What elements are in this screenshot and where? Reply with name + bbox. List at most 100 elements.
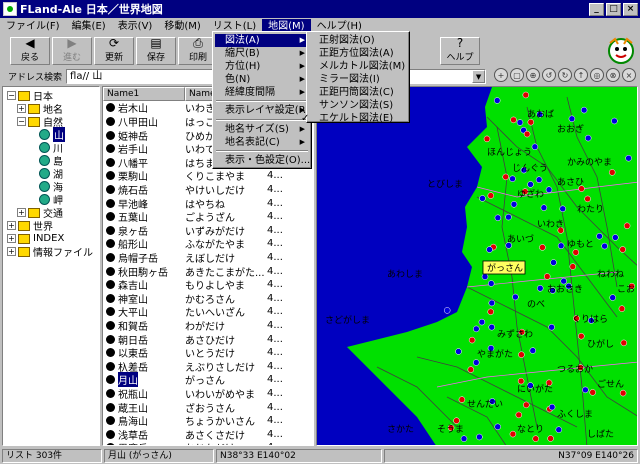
column-header-name1[interactable]: Name1 xyxy=(103,87,185,101)
menu-move[interactable]: 移動(M) xyxy=(158,19,206,34)
layers-icon[interactable]: ⊗ xyxy=(606,68,620,82)
map-view[interactable]: とびしま あわしま さどがしま あおば おおぎ ほんじょう かみのやま じんぐう あさひ ゆざわわ… xyxy=(316,86,638,446)
list-item[interactable]: 以東岳 いとうだけ 4... xyxy=(103,346,313,360)
map-place-label[interactable]: ほんじょう xyxy=(487,147,532,158)
map-marker[interactable] xyxy=(527,118,535,126)
maximize-button[interactable]: □ xyxy=(606,2,621,16)
list-item[interactable]: 浅草岳 あさくさだけ 4... xyxy=(103,427,313,442)
menu-item-layer-settings[interactable]: 表示レイヤ設定(R) ▶ xyxy=(215,104,309,117)
map-marker[interactable] xyxy=(545,186,553,193)
map-place-label[interactable]: そうま xyxy=(437,424,464,435)
close-button[interactable]: × xyxy=(623,2,638,16)
map-marker[interactable] xyxy=(589,389,596,396)
map-place-label[interactable]: ひがし xyxy=(587,338,614,350)
map-marker[interactable] xyxy=(467,366,475,373)
map-place-label[interactable]: しばた xyxy=(587,429,614,440)
menu-item-azimuthal-equidistant[interactable]: 正距方位図法(A) xyxy=(309,47,407,60)
menu-item-miller[interactable]: ミラー図法(I) xyxy=(309,73,407,86)
map-place-label[interactable]: つるおか xyxy=(557,364,593,375)
forward-button[interactable]: ▶ 進む xyxy=(52,37,92,65)
map-marker[interactable] xyxy=(458,396,466,403)
map-marker[interactable] xyxy=(486,246,493,253)
expand-icon[interactable]: + xyxy=(7,247,16,256)
map-place-label[interactable]: やまがた xyxy=(477,348,513,360)
map-marker[interactable] xyxy=(453,417,460,424)
list-item[interactable]: 秋田駒ヶ岳 あきたこまがた... 4... xyxy=(103,264,313,279)
map-marker[interactable] xyxy=(443,307,451,314)
map-place-label[interactable]: せんだい xyxy=(467,399,503,410)
map-marker[interactable] xyxy=(609,294,616,301)
map-marker[interactable] xyxy=(483,135,491,143)
map-marker[interactable] xyxy=(523,401,530,409)
list-item[interactable]: 森吉山 もりよしやま 4... xyxy=(103,278,313,292)
expand-icon[interactable]: + xyxy=(7,234,16,243)
map-place-label[interactable]: おおさき xyxy=(547,284,583,295)
map-marker[interactable] xyxy=(625,154,632,162)
map-marker[interactable] xyxy=(473,325,480,333)
list-item[interactable]: 大平山 たいへいざん 4... xyxy=(103,305,313,319)
map-marker[interactable] xyxy=(522,91,530,99)
map-marker[interactable] xyxy=(512,293,519,301)
menu-item-sanson[interactable]: サンソン図法(S) xyxy=(309,99,407,112)
rotate-right-icon[interactable]: ↻ xyxy=(558,68,572,82)
menu-item-orientation[interactable]: 方位(H) ▶ xyxy=(215,60,309,73)
list-item[interactable]: 男鹿岳おじかだけ4... xyxy=(103,441,313,445)
list-item[interactable]: 神室山 かむろさん 4... xyxy=(103,291,313,306)
rotate-left-icon[interactable]: ↺ xyxy=(542,68,556,82)
map-marker[interactable] xyxy=(608,169,616,176)
map-marker[interactable] xyxy=(550,259,557,266)
map-marker[interactable] xyxy=(472,359,480,366)
expand-icon[interactable]: + xyxy=(17,104,26,113)
menu-item-scale[interactable]: 縮尺(B) ▶ xyxy=(215,47,309,60)
help-button[interactable]: ? ヘルプ xyxy=(440,37,480,65)
list-item[interactable]: 泉ヶ岳 いずみがだけ 4... xyxy=(103,223,313,238)
map-place-label[interactable]: あいづ xyxy=(507,234,534,245)
list-item[interactable]: 蔵王山 ざおうさん 4... xyxy=(103,400,313,415)
map-place-label[interactable]: なとり xyxy=(517,424,544,435)
list-item[interactable]: 鳥海山 ちょうかいさん 4... xyxy=(103,414,313,428)
tilt-icon[interactable]: ◎ xyxy=(590,68,604,82)
tree-node-world[interactable]: + 世界 xyxy=(7,219,53,233)
map-marker[interactable] xyxy=(487,280,495,287)
list-item[interactable]: 早池峰 はやちね 4... xyxy=(103,196,313,211)
map-marker[interactable] xyxy=(505,213,512,221)
map-marker[interactable] xyxy=(584,195,591,203)
map-marker[interactable] xyxy=(619,389,627,397)
menu-item-label-notation[interactable]: 地名表記(C) ▶ xyxy=(215,136,309,149)
menu-item-eckert[interactable]: ✓ エケルト図法(E) xyxy=(301,112,407,125)
map-marker[interactable] xyxy=(557,242,565,250)
back-button[interactable]: ◀ 戻る xyxy=(10,37,50,65)
map-marker[interactable] xyxy=(527,181,534,188)
menu-item-equirectangular[interactable]: 正距円筒図法(C) xyxy=(309,86,407,99)
map-place-label[interactable]: あおば xyxy=(527,109,554,120)
map-marker[interactable] xyxy=(618,305,626,312)
map-marker[interactable] xyxy=(572,249,580,256)
map-marker[interactable] xyxy=(478,318,486,326)
list-item[interactable]: 杁差岳 えぶりさしだけ 4... xyxy=(103,359,313,374)
map-place-label[interactable]: わたり xyxy=(577,204,604,215)
map-place-label[interactable]: のべ xyxy=(527,300,545,310)
north-icon[interactable]: ↑ xyxy=(574,68,588,82)
map-marker[interactable] xyxy=(510,116,517,124)
map-marker[interactable] xyxy=(460,435,468,442)
map-place-label[interactable]: いわき xyxy=(537,219,564,230)
chevron-down-icon[interactable]: ▼ xyxy=(472,69,486,83)
map-marker[interactable] xyxy=(502,173,509,181)
map-marker[interactable] xyxy=(548,323,555,331)
zoom-in-icon[interactable]: + xyxy=(494,68,508,82)
menu-edit[interactable]: 編集(E) xyxy=(66,19,112,34)
map-place-label[interactable]: さどがしま xyxy=(325,314,370,326)
map-marker[interactable] xyxy=(539,244,546,251)
map-marker[interactable] xyxy=(584,134,592,142)
map-marker[interactable] xyxy=(582,386,589,394)
map-marker[interactable] xyxy=(455,348,462,355)
map-marker[interactable] xyxy=(578,332,585,340)
map-place-label[interactable]: にいがた xyxy=(517,383,553,395)
list-item[interactable]: 栗駒山 くりこまやま 4... xyxy=(103,169,313,183)
list-item[interactable]: 烏帽子岳 えぼしだけ 4... xyxy=(103,251,313,265)
map-marker[interactable] xyxy=(487,308,494,316)
map-marker[interactable] xyxy=(515,411,523,419)
zoom-reset-icon[interactable]: ⊕ xyxy=(526,68,540,82)
tree-node-info-files[interactable]: + 情報ファイル xyxy=(7,245,93,259)
map-marker[interactable] xyxy=(611,117,618,125)
